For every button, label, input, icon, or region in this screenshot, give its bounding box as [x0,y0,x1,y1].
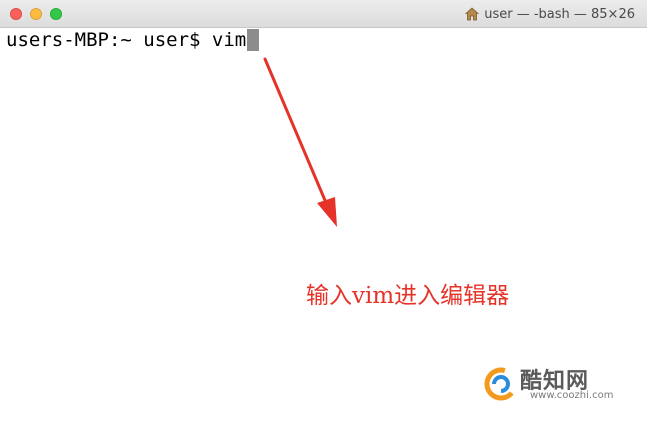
minimize-button[interactable] [30,8,42,20]
prompt-line: users-MBP:~ user$ vim [6,28,260,52]
coozhi-logo-icon [484,367,518,401]
home-icon [465,7,480,21]
text-cursor [247,29,260,51]
window-title-text: user — -bash — 85×26 [484,6,635,22]
title-bar: user — -bash — 85×26 [0,0,647,28]
close-button[interactable] [10,8,22,20]
shell-prompt: users-MBP:~ user$ [6,29,212,51]
watermark-url: www.coozhi.com [530,390,614,401]
window-title: user — -bash — 85×26 [465,5,635,23]
zoom-button[interactable] [50,8,62,20]
annotation-label: 输入vim进入编辑器 [306,283,510,309]
watermark: 酷知网 www.coozhi.com [484,363,624,407]
red-arrow-icon [263,57,337,227]
typed-command: vim [211,29,247,51]
terminal-window: user — -bash — 85×26 users-MBP:~ user$ v… [0,0,647,438]
